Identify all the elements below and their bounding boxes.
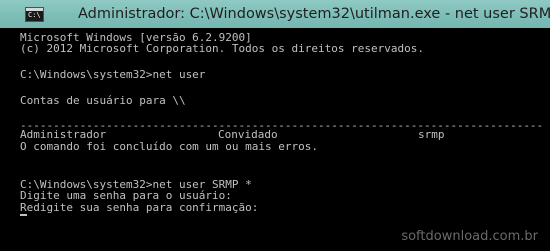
text-cursor: [20, 214, 27, 216]
account-name: srmp: [418, 128, 445, 141]
console-line: Digite uma senha para o usuário:: [20, 189, 232, 202]
watermark: softdownload.com.br: [401, 229, 538, 244]
console-output[interactable]: Microsoft Windows [versão 6.2.9200] (c) …: [0, 28, 550, 251]
window-title: Administrador: C:\Windows\system32\utilm…: [78, 6, 550, 22]
console-icon[interactable]: C:\: [25, 7, 44, 22]
title-bar[interactable]: C:\ Administrador: C:\Windows\system32\u…: [0, 0, 550, 28]
account-name: Convidado: [218, 128, 278, 141]
console-line: O comando foi concluído com um ou mais e…: [20, 140, 319, 153]
console-window: C:\ Administrador: C:\Windows\system32\u…: [0, 0, 550, 251]
account-name: Administrador: [20, 128, 107, 141]
console-line: Contas de usuário para \\: [20, 94, 186, 107]
console-line: Redigite sua senha para confirmação:: [20, 201, 259, 214]
console-line: (c) 2012 Microsoft Corporation. Todos os…: [20, 42, 424, 55]
account-list-row: Administrador Convidado srmp: [20, 129, 540, 140]
console-line: C:\Windows\system32>net user: [20, 68, 206, 81]
